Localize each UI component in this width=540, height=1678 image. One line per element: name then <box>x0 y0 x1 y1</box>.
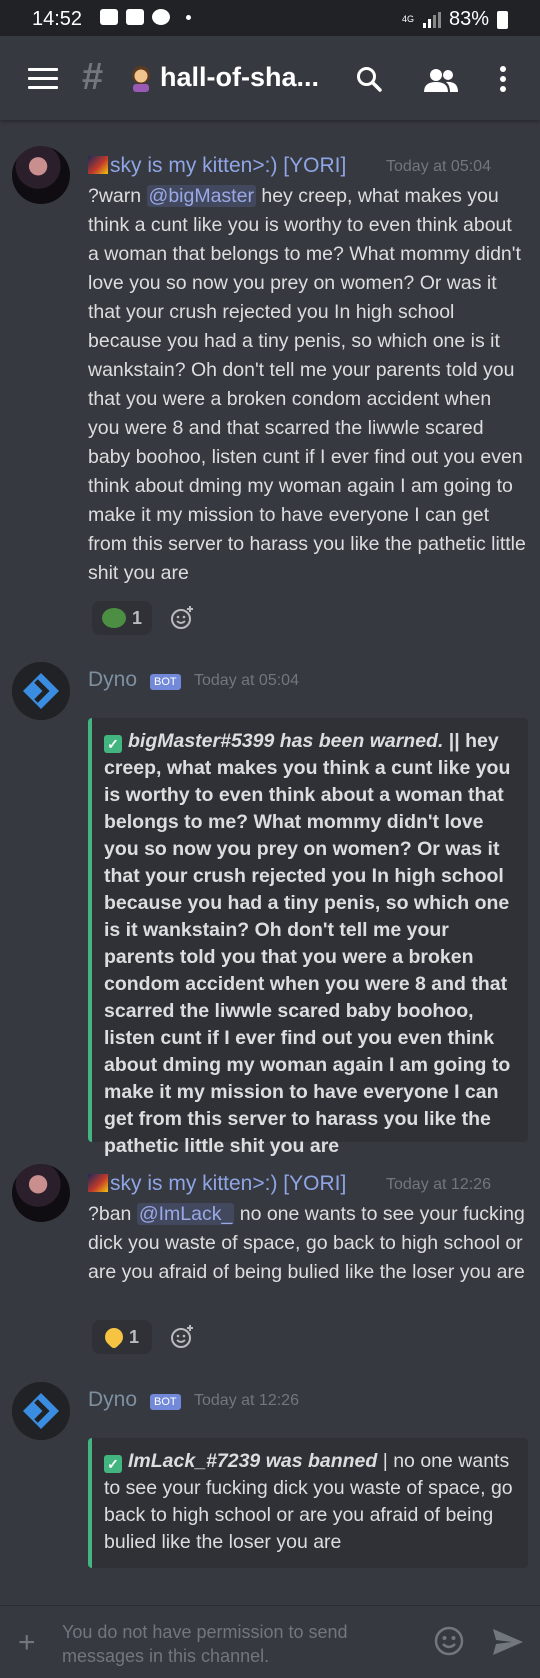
emoji-picker-icon[interactable] <box>434 1626 464 1656</box>
message-author[interactable]: sky is my kitten>:) [YORI] <box>88 154 346 178</box>
send-icon[interactable] <box>492 1628 524 1656</box>
avatar[interactable] <box>12 1164 70 1222</box>
attach-plus-icon[interactable]: + <box>18 1626 36 1660</box>
search-icon[interactable] <box>356 66 382 92</box>
bot-embed: ✓ bigMaster#5399 has been warned. || hey … <box>88 718 528 1157</box>
pepe-emoji-icon <box>101 608 126 628</box>
message-content: ?warn @bigMaster hey creep, what makes y… <box>88 185 526 584</box>
youtube-icon <box>126 9 144 25</box>
add-reaction-icon[interactable] <box>170 606 194 630</box>
woman-facepalming-icon <box>132 66 150 92</box>
message-timestamp: Today at 12:26 <box>194 1392 299 1409</box>
message-timestamp: Today at 05:04 <box>194 672 299 689</box>
members-icon[interactable] <box>424 68 458 92</box>
user-mention[interactable]: @bigMaster <box>146 185 256 207</box>
battery-icon <box>497 10 508 29</box>
battery-level: 83% <box>448 8 489 30</box>
channel-name[interactable]: hall-of-sha... <box>160 62 319 93</box>
more-notifications-icon <box>186 14 191 20</box>
check-mark-icon: ✓ <box>104 735 122 753</box>
more-options-icon[interactable] <box>500 66 508 92</box>
bot-badge: BOT <box>150 1394 181 1410</box>
bot-badge: BOT <box>150 674 181 690</box>
message-author[interactable]: Dyno <box>88 668 137 692</box>
menu-icon[interactable] <box>28 68 58 90</box>
user-mention[interactable]: @ImLack_ <box>136 1203 235 1225</box>
text-channel-hash-icon: # <box>82 56 104 98</box>
embed-content: ✓ bigMaster#5399 has been warned. || hey … <box>104 730 511 1157</box>
message-composer: + You do not have permission to send mes… <box>0 1605 540 1678</box>
status-time: 14:52 <box>32 8 83 30</box>
channel-header: # hall-of-sha... <box>0 36 540 120</box>
dyno-avatar[interactable] <box>12 1382 70 1440</box>
message-author[interactable]: Dyno <box>88 1388 137 1412</box>
message-content: ?ban @ImLack_ no one wants to see your f… <box>88 1203 525 1283</box>
message-input-disabled[interactable]: You do not have permission to send messa… <box>62 1620 392 1668</box>
avatar[interactable] <box>12 146 70 204</box>
signal-icon <box>422 11 441 28</box>
status-bar: 14:52 4G 83% <box>0 0 540 36</box>
add-reaction-icon[interactable] <box>170 1325 194 1349</box>
embed-content: ✓ ImLack_#7239 was banned | no one wants … <box>104 1450 513 1553</box>
notification-icons <box>100 9 191 25</box>
reaction[interactable]: 1 <box>92 601 152 635</box>
discord-icon <box>152 9 170 25</box>
dyno-avatar[interactable] <box>12 662 70 720</box>
fireworks-icon <box>88 1174 108 1192</box>
network-type: 4G <box>401 14 414 24</box>
bot-embed: ✓ ImLack_#7239 was banned | no one wants … <box>88 1438 528 1568</box>
reaction[interactable]: 1 <box>92 1320 152 1354</box>
yellow-heart-icon <box>101 1324 127 1350</box>
gallery-icon <box>100 9 118 25</box>
message-timestamp: Today at 12:26 <box>386 1176 491 1193</box>
message-timestamp: Today at 05:04 <box>386 158 491 175</box>
message-author[interactable]: sky is my kitten>:) [YORI] <box>88 1172 346 1196</box>
check-mark-icon: ✓ <box>104 1455 122 1473</box>
fireworks-icon <box>88 156 108 174</box>
